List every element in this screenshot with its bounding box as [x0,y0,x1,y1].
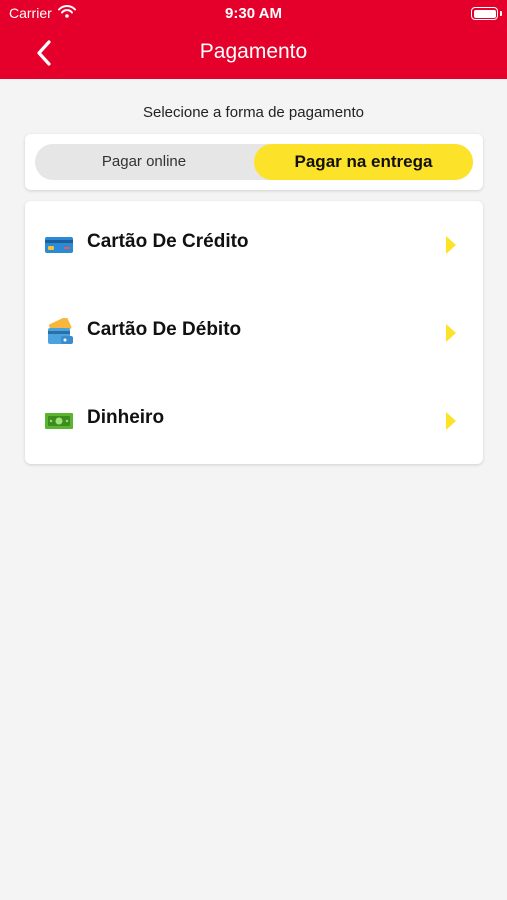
debit-card-icon [43,317,75,349]
app-header: Carrier 9:30 AM Pagamento [0,0,507,79]
payment-method-label: Cartão De Débito [87,319,242,340]
caret-right-icon [446,412,456,430]
battery-icon [471,7,498,20]
payment-method-credit-card[interactable]: Cartão De Crédito [25,201,483,289]
payment-method-label: Dinheiro [87,407,165,428]
payment-method-cash[interactable]: Dinheiro [25,377,483,465]
payment-method-debit-card[interactable]: Cartão De Débito [25,289,483,377]
page-title: Pagamento [199,40,308,63]
credit-card-icon [43,229,75,261]
caret-right-icon [446,324,456,342]
payment-mode-toggle: Pagar online Pagar na entrega [35,144,473,180]
payment-mode-toggle-card: Pagar online Pagar na entrega [25,134,483,190]
payment-methods-list: Cartão De Crédito Cartão De Débito Dinhe… [25,201,483,464]
status-bar: Carrier 9:30 AM [0,0,507,28]
caret-right-icon [446,236,456,254]
toggle-pagar-online[interactable]: Pagar online [35,144,253,180]
status-time: 9:30 AM [225,5,282,22]
battery-tip [500,11,502,16]
cash-icon [43,405,75,437]
payment-subtitle: Selecione a forma de pagamento [143,104,364,121]
toggle-pagar-na-entrega[interactable]: Pagar na entrega [254,144,473,180]
payment-method-label: Cartão De Crédito [87,231,249,252]
